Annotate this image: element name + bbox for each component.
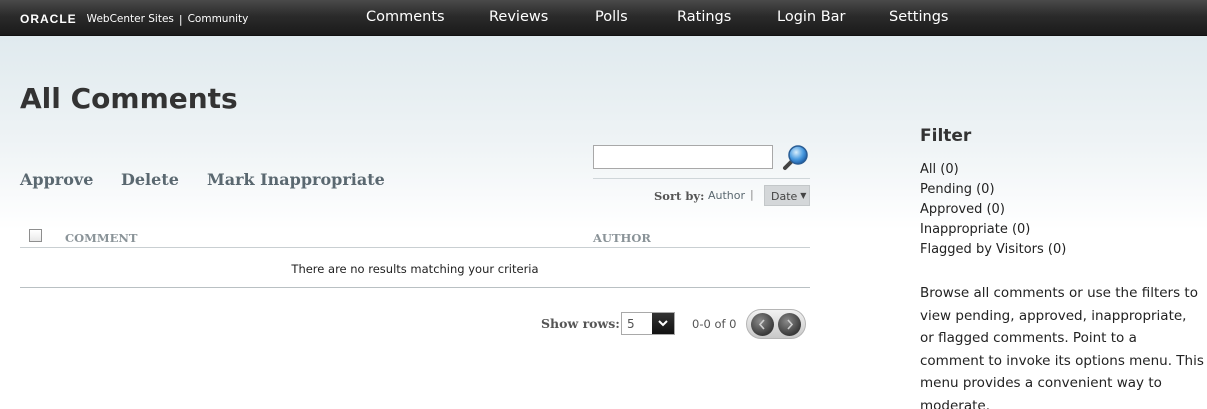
chevron-left-icon <box>758 319 765 330</box>
filter-help-text: Browse all comments or use the filters t… <box>920 285 1204 409</box>
section-name: Community <box>187 13 249 25</box>
table-footer-divider <box>20 287 810 288</box>
filter-pending[interactable]: Pending (0) <box>920 182 995 197</box>
empty-results-message: There are no results matching your crite… <box>291 262 539 276</box>
search-divider <box>593 178 810 179</box>
next-page-button[interactable] <box>778 313 801 336</box>
nav-item-login-bar[interactable]: Login Bar <box>777 9 846 25</box>
filter-approved[interactable]: Approved (0) <box>920 202 1005 217</box>
filter-all[interactable]: All (0) <box>920 162 959 177</box>
mark-inappropriate-button[interactable]: Mark Inappropriate <box>207 170 385 189</box>
sort-label: Sort by: <box>654 189 705 203</box>
nav-item-comments[interactable]: Comments <box>366 9 445 25</box>
delete-button[interactable]: Delete <box>121 170 179 189</box>
caret-down-icon: ▼ <box>800 191 807 200</box>
approve-button[interactable]: Approve <box>20 170 93 189</box>
rows-per-page-value: 5 <box>627 317 635 331</box>
chevron-down-icon[interactable] <box>652 313 674 334</box>
filter-flagged[interactable]: Flagged by Visitors (0) <box>920 242 1066 257</box>
table-header-divider <box>20 247 810 248</box>
sort-separator: | <box>750 188 754 201</box>
select-all-checkbox[interactable] <box>29 229 42 242</box>
page-title: All Comments <box>20 82 238 115</box>
filter-title: Filter <box>920 126 972 146</box>
brand-logo[interactable]: ORACLE WebCenter Sites | Community <box>20 11 248 27</box>
sort-by-author[interactable]: Author <box>708 189 745 202</box>
column-header-author[interactable]: AUTHOR <box>593 231 651 245</box>
nav-item-settings[interactable]: Settings <box>889 9 948 25</box>
rows-per-page-select[interactable]: 5 <box>621 312 675 335</box>
page-range: 0-0 of 0 <box>692 317 737 331</box>
oracle-logo: ORACLE <box>20 12 77 26</box>
chevron-right-icon <box>787 319 794 330</box>
sort-by-date[interactable]: Date ▼ <box>764 185 810 206</box>
nav-item-ratings[interactable]: Ratings <box>677 9 731 25</box>
show-rows-label: Show rows: <box>541 316 620 331</box>
pagination-controls <box>746 309 806 339</box>
nav-item-reviews[interactable]: Reviews <box>489 9 548 25</box>
column-header-comment[interactable]: COMMENT <box>65 231 137 245</box>
previous-page-button[interactable] <box>751 313 774 336</box>
product-name: WebCenter Sites <box>86 13 174 25</box>
sort-date-label: Date <box>771 190 798 203</box>
search-input[interactable] <box>593 145 773 169</box>
magnifier-icon[interactable] <box>782 143 810 171</box>
brand-separator: | <box>178 12 183 26</box>
filter-inappropriate[interactable]: Inappropriate (0) <box>920 222 1030 237</box>
top-bar: ORACLE WebCenter Sites | Community Comme… <box>0 0 1207 36</box>
nav-item-polls[interactable]: Polls <box>595 9 628 25</box>
